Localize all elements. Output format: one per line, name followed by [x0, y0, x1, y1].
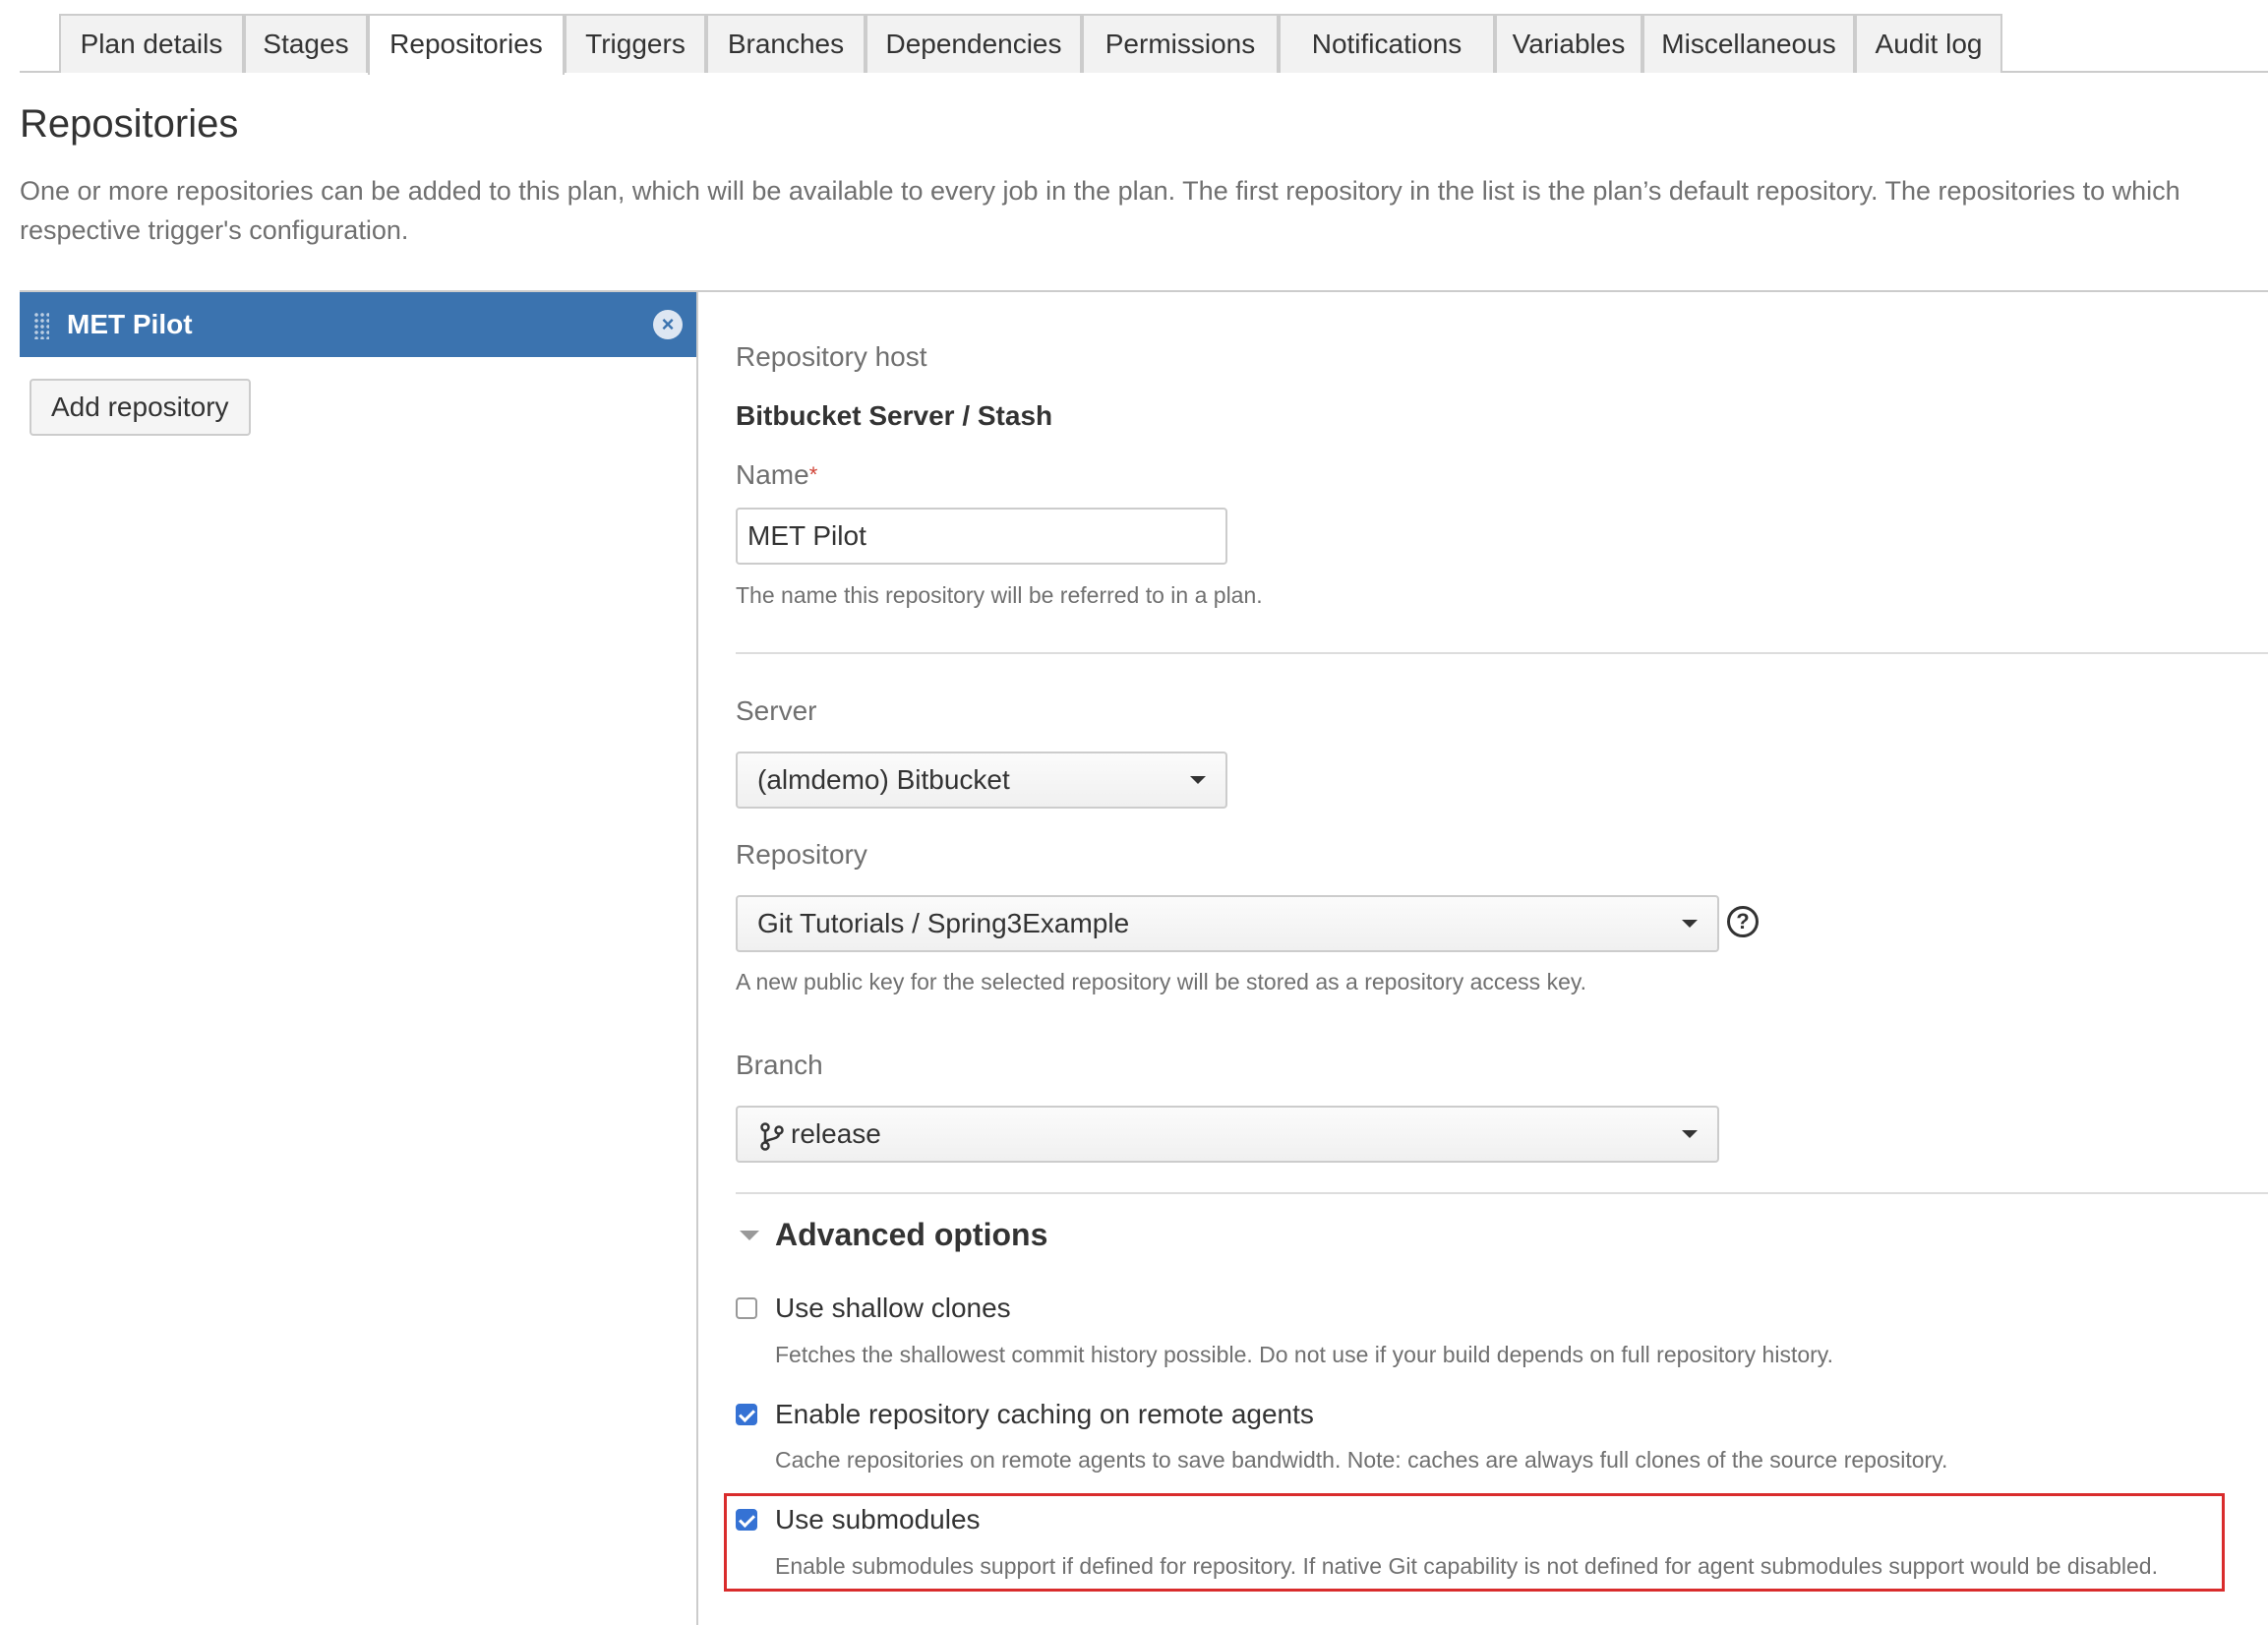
tab-branches[interactable]: Branches	[706, 14, 865, 73]
branch-icon	[760, 1121, 784, 1151]
panel-divider	[696, 292, 698, 1625]
repository-caching-label: Enable repository caching on remote agen…	[775, 1399, 1314, 1429]
page-description-line-1: One or more repositories can be added to…	[20, 176, 2180, 206]
page-description-line-2: respective trigger's configuration.	[20, 215, 409, 245]
server-select-value: (almdemo) Bitbucket	[757, 764, 1010, 795]
chevron-down-icon	[1190, 776, 1206, 784]
tab-audit-log[interactable]: Audit log	[1855, 14, 2002, 73]
tab-variables[interactable]: Variables	[1495, 14, 1642, 73]
highlight-box	[724, 1493, 2225, 1592]
repository-list-panel: MET Pilot × Add repository	[20, 292, 696, 1625]
repository-label: Repository	[736, 839, 867, 870]
tab-miscellaneous[interactable]: Miscellaneous	[1642, 14, 1855, 73]
tab-repositories[interactable]: Repositories	[368, 14, 565, 75]
server-label: Server	[736, 695, 817, 726]
name-help-text: The name this repository will be referre…	[736, 582, 1263, 608]
shallow-clones-help-text: Fetches the shallowest commit history po…	[775, 1342, 1833, 1367]
name-input[interactable]	[736, 508, 1227, 565]
tab-dependencies[interactable]: Dependencies	[865, 14, 1082, 73]
repository-list-item[interactable]: MET Pilot ×	[20, 292, 696, 357]
repository-caching-checkbox[interactable]	[736, 1404, 757, 1425]
repository-select-value: Git Tutorials / Spring3Example	[757, 908, 1130, 938]
repository-help-text: A new public key for the selected reposi…	[736, 969, 1587, 994]
tab-triggers[interactable]: Triggers	[565, 14, 706, 73]
plan-config-tabs: Plan details Stages Repositories Trigger…	[20, 14, 2268, 75]
repository-caching-help-text: Cache repositories on remote agents to s…	[775, 1447, 1948, 1473]
name-field-label-text: Name	[736, 459, 809, 490]
repository-host-label: Repository host	[736, 341, 927, 372]
branch-select-value: release	[791, 1118, 881, 1149]
form-divider	[736, 652, 2268, 654]
required-marker: *	[808, 462, 818, 487]
remove-repository-icon[interactable]: ×	[653, 310, 683, 339]
advanced-options-heading: Advanced options	[775, 1217, 1048, 1252]
tab-stages[interactable]: Stages	[244, 14, 368, 73]
repository-list-item-label: MET Pilot	[67, 309, 193, 339]
collapse-toggle-icon[interactable]	[740, 1231, 759, 1240]
repository-select[interactable]: Git Tutorials / Spring3Example	[736, 895, 1719, 952]
tab-plan-details[interactable]: Plan details	[59, 14, 244, 73]
chevron-down-icon	[1682, 1130, 1698, 1138]
page-description: One or more repositories can be added to…	[20, 171, 2268, 250]
server-select[interactable]: (almdemo) Bitbucket	[736, 752, 1227, 809]
name-field-label: Name*	[736, 457, 817, 493]
shallow-clones-checkbox[interactable]	[736, 1297, 757, 1319]
add-repository-button[interactable]: Add repository	[30, 379, 251, 436]
chevron-down-icon	[1682, 920, 1698, 928]
shallow-clones-label: Use shallow clones	[775, 1293, 1011, 1323]
branch-label: Branch	[736, 1050, 823, 1080]
repository-host-value: Bitbucket Server / Stash	[736, 400, 1053, 431]
tab-notifications[interactable]: Notifications	[1279, 14, 1495, 73]
page-title: Repositories	[20, 102, 239, 146]
drag-handle-icon[interactable]	[33, 312, 49, 339]
help-icon[interactable]: ?	[1727, 906, 1759, 937]
form-divider	[736, 1192, 2268, 1194]
branch-select[interactable]: release	[736, 1106, 1719, 1163]
tab-permissions[interactable]: Permissions	[1082, 14, 1279, 73]
